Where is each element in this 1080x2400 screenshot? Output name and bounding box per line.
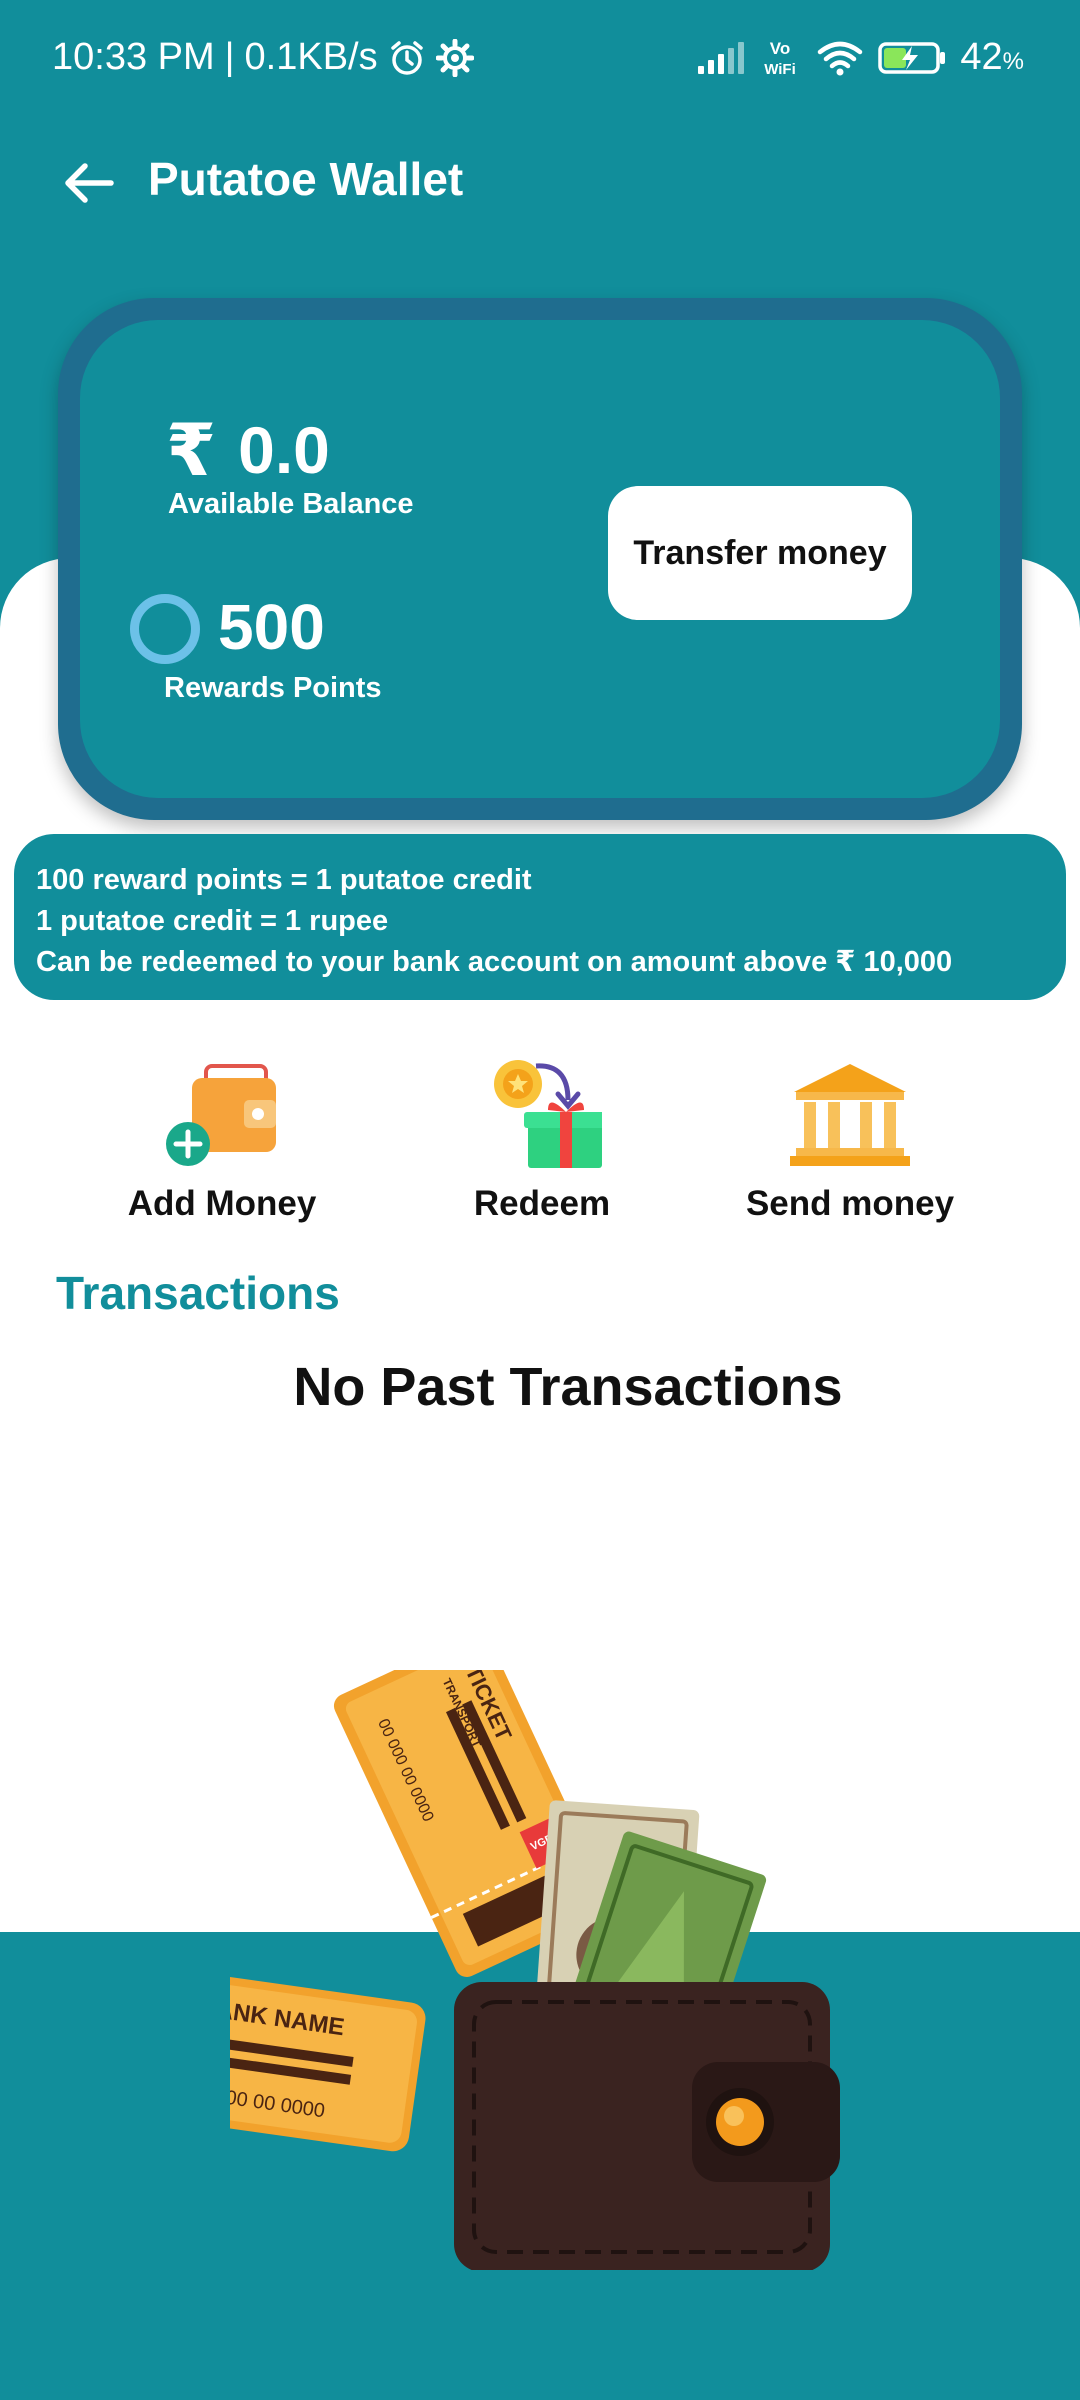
info-line-points: 100 reward points = 1 putatoe credit (36, 864, 532, 896)
transfer-money-button[interactable]: Transfer money (608, 486, 912, 620)
status-time: 10:33 PM (52, 36, 215, 78)
send-money-button[interactable]: Send money (738, 1060, 962, 1224)
reward-points-label: Rewards Points (164, 672, 382, 704)
add-money-button[interactable]: Add Money (112, 1060, 332, 1224)
balance-value: 0.0 (238, 413, 330, 487)
reward-points-icon (130, 594, 200, 664)
transactions-empty-message: No Past Transactions (293, 1357, 843, 1417)
wallet-illustration: TICKET TRANSPORT 00 000 00 0000 VGF 254 … (230, 1670, 840, 2270)
bank-icon (790, 1064, 910, 1166)
battery-percent: 42 (960, 36, 1003, 78)
wifi-icon (818, 41, 863, 75)
battery-percent-sign: % (1002, 48, 1024, 75)
arrow-left-icon (65, 163, 114, 203)
wallet-add-icon (166, 1064, 276, 1166)
svg-text:WiFi: WiFi (765, 61, 797, 78)
vowifi-icon: Vo WiFi (765, 39, 797, 78)
svg-text:Vo: Vo (770, 39, 790, 58)
signal-icon (698, 41, 745, 74)
info-line-credit: 1 putatoe credit = 1 rupee (36, 905, 389, 937)
add-money-label: Add Money (127, 1184, 317, 1223)
alarm-icon (390, 40, 423, 75)
rupee-icon: ₹ (166, 411, 217, 491)
redeem-label: Redeem (473, 1184, 611, 1223)
info-banner: 100 reward points = 1 putatoe credit 1 p… (14, 834, 1066, 1000)
reward-points-value: 500 (218, 591, 325, 663)
balance-amount: ₹ 0.0 (166, 408, 330, 492)
page-title: Putatoe Wallet (148, 153, 464, 205)
status-left: 10:33 PM | 0.1KB/s (52, 36, 474, 79)
back-button[interactable] (56, 150, 122, 216)
status-bar: 10:33 PM | 0.1KB/s Vo WiFi 42 % (0, 0, 1080, 116)
send-money-label: Send money (745, 1184, 955, 1223)
redeem-button[interactable]: Redeem (432, 1060, 652, 1224)
transactions-title: Transactions (56, 1267, 340, 1319)
battery-charging-icon (878, 41, 946, 74)
status-speed: 0.1KB/s (244, 36, 378, 78)
balance-label: Available Balance (168, 488, 414, 520)
status-separator: | (224, 36, 235, 78)
status-right: Vo WiFi 42 % (696, 36, 1024, 79)
info-line-redeem: Can be redeemed to your bank account on … (36, 946, 953, 978)
settings-icon (435, 38, 474, 77)
gift-redeem-icon (494, 1060, 602, 1168)
